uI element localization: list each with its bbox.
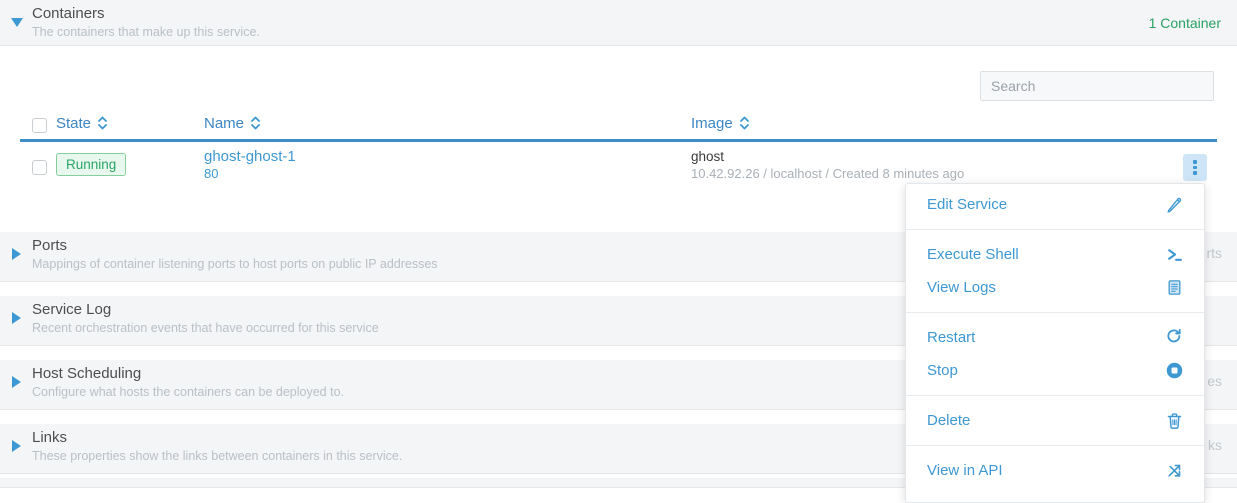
menu-divider xyxy=(906,312,1204,313)
menu-divider xyxy=(906,395,1204,396)
search-input[interactable] xyxy=(980,71,1214,101)
expand-caret-icon[interactable] xyxy=(12,376,21,388)
containers-panel-header: Containers The containers that make up t… xyxy=(0,0,1237,46)
kebab-dot xyxy=(1193,166,1197,170)
expand-caret-icon[interactable] xyxy=(12,440,21,452)
expand-caret-icon[interactable] xyxy=(12,248,21,260)
sort-icon xyxy=(739,115,750,131)
section-title: Links xyxy=(32,429,67,446)
collapse-caret-icon[interactable] xyxy=(11,18,23,27)
section-right-text: ks xyxy=(1208,437,1222,453)
section-title: Host Scheduling xyxy=(32,365,141,382)
column-header-label: State xyxy=(56,115,91,132)
stop-icon xyxy=(1166,362,1183,379)
menu-item-view-in-api[interactable]: View in API xyxy=(906,454,1204,487)
external-link-icon xyxy=(1166,462,1183,479)
section-title: Service Log xyxy=(32,301,111,318)
menu-item-label: View in API xyxy=(927,462,1003,479)
menu-item-label: Restart xyxy=(927,329,975,346)
section-description: These properties show the links between … xyxy=(32,449,402,463)
sort-icon xyxy=(250,115,261,131)
column-header-image[interactable]: Image xyxy=(691,115,750,132)
container-port-link[interactable]: 80 xyxy=(204,166,218,181)
container-count-badge: 1 Container xyxy=(1149,15,1221,31)
status-badge: Running xyxy=(56,153,126,176)
table-header-underline xyxy=(20,139,1217,142)
select-all-checkbox[interactable] xyxy=(32,118,47,133)
image-details: 10.42.92.26 / localhost / Created 8 minu… xyxy=(691,166,964,181)
terminal-icon xyxy=(1166,246,1183,263)
trash-icon xyxy=(1166,412,1183,429)
menu-item-label: Execute Shell xyxy=(927,246,1019,263)
menu-item-label: Delete xyxy=(927,412,970,429)
expand-caret-icon[interactable] xyxy=(12,312,21,324)
image-name: ghost xyxy=(691,149,724,164)
column-header-name[interactable]: Name xyxy=(204,115,261,132)
kebab-dot xyxy=(1193,160,1197,164)
document-icon xyxy=(1166,279,1183,296)
section-description: Mappings of container listening ports to… xyxy=(32,257,438,271)
section-right-text: rts xyxy=(1206,245,1222,261)
section-right-text: es xyxy=(1207,373,1222,389)
menu-item-view-logs[interactable]: View Logs xyxy=(906,271,1204,304)
menu-item-label: Stop xyxy=(927,362,958,379)
panel-title: Containers xyxy=(32,5,105,22)
container-name-link[interactable]: ghost-ghost-1 xyxy=(204,148,296,165)
pencil-icon xyxy=(1166,196,1183,213)
menu-divider xyxy=(906,445,1204,446)
column-header-label: Name xyxy=(204,115,244,132)
section-description: Recent orchestration events that have oc… xyxy=(32,321,379,335)
menu-item-label: View Logs xyxy=(927,279,996,296)
section-title: Ports xyxy=(32,237,67,254)
menu-item-stop[interactable]: Stop xyxy=(906,354,1204,387)
menu-item-restart[interactable]: Restart xyxy=(906,321,1204,354)
panel-subtitle: The containers that make up this service… xyxy=(32,25,260,39)
menu-item-delete[interactable]: Delete xyxy=(906,404,1204,437)
menu-divider xyxy=(906,229,1204,230)
menu-item-execute-shell[interactable]: Execute Shell xyxy=(906,238,1204,271)
column-header-label: Image xyxy=(691,115,733,132)
row-actions-menu: Edit Service Execute Shell View Logs Res… xyxy=(905,183,1205,503)
menu-item-edit-service[interactable]: Edit Service xyxy=(906,188,1204,221)
column-header-state[interactable]: State xyxy=(56,115,108,132)
section-description: Configure what hosts the containers can … xyxy=(32,385,344,399)
menu-item-label: Edit Service xyxy=(927,196,1007,213)
row-actions-kebab-button[interactable] xyxy=(1183,154,1207,181)
sort-icon xyxy=(97,115,108,131)
row-checkbox[interactable] xyxy=(32,160,47,175)
restart-icon xyxy=(1166,329,1183,346)
kebab-dot xyxy=(1193,171,1197,175)
